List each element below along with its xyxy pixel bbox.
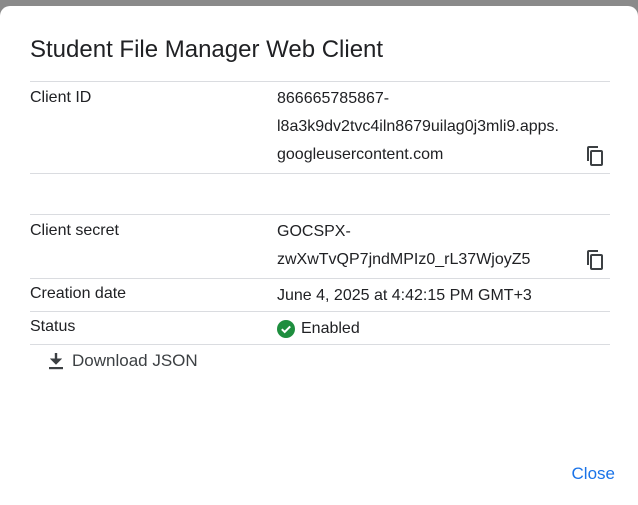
client-secret-label: Client secret xyxy=(30,222,119,239)
copy-icon xyxy=(587,146,603,166)
client-secret-row: Client secret GOCSPX- zwXwTvQP7jndMPIz0_… xyxy=(30,214,610,278)
client-secret-value[interactable]: GOCSPX- zwXwTvQP7jndMPIz0_rL37WjoyZ5 xyxy=(277,218,607,274)
client-id-value-line: googleusercontent.com xyxy=(277,146,444,163)
download-json-label: Download JSON xyxy=(72,351,198,370)
dialog-title: Student File Manager Web Client xyxy=(30,36,384,63)
copy-client-id-button[interactable] xyxy=(585,145,605,167)
client-details-dialog: Student File Manager Web Client Client I… xyxy=(0,6,638,505)
download-json-button[interactable]: Download JSON xyxy=(46,351,198,371)
status-label: Status xyxy=(30,318,76,335)
check-circle-icon xyxy=(277,320,295,338)
status-value: Enabled xyxy=(277,315,607,343)
status-text: Enabled xyxy=(301,320,360,337)
client-id-value[interactable]: 866665785867- l8a3k9dv2tvc4iln8679uilag0… xyxy=(277,85,607,169)
copy-icon xyxy=(587,250,603,270)
client-id-label: Client ID xyxy=(30,89,92,106)
client-secret-value-line: GOCSPX- xyxy=(277,223,351,240)
copy-client-secret-button[interactable] xyxy=(585,249,605,271)
download-icon xyxy=(49,353,63,370)
client-id-row: Client ID 866665785867- l8a3k9dv2tvc4iln… xyxy=(30,81,610,173)
creation-date-value: June 4, 2025 at 4:42:15 PM GMT+3 xyxy=(277,287,532,304)
creation-date-row: Creation date June 4, 2025 at 4:42:15 PM… xyxy=(30,278,610,311)
creation-date-label: Creation date xyxy=(30,285,127,302)
client-details-table: Client ID 866665785867- l8a3k9dv2tvc4iln… xyxy=(30,81,610,345)
client-secret-value-line: zwXwTvQP7jndMPIz0_rL37WjoyZ5 xyxy=(277,251,531,268)
status-row: Status Enabled xyxy=(30,311,610,345)
client-id-value-line: l8a3k9dv2tvc4iln8679uilag0j3mli9.apps. xyxy=(277,118,559,135)
spacer-row xyxy=(30,173,610,214)
close-button[interactable]: Close xyxy=(572,464,615,484)
client-id-value-line: 866665785867- xyxy=(277,90,390,107)
